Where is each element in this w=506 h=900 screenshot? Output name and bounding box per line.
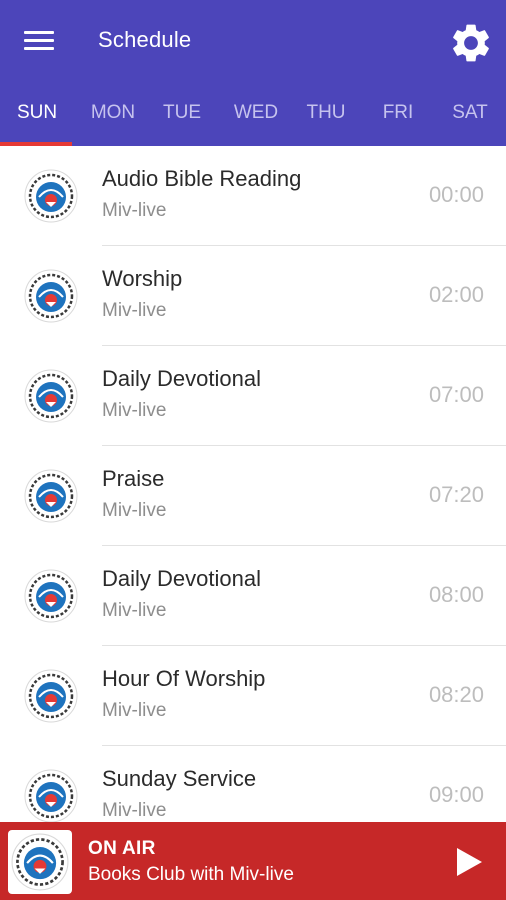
toolbar: Schedule bbox=[0, 0, 506, 82]
station-logo bbox=[24, 469, 78, 523]
schedule-item[interactable]: Sunday Service Miv-live 09:00 bbox=[0, 746, 506, 822]
now-playing-title: Books Club with Miv-live bbox=[88, 864, 294, 885]
program-time: 02:00 bbox=[428, 282, 484, 307]
station-logo bbox=[24, 769, 78, 822]
tab-tue[interactable]: TUE bbox=[146, 82, 218, 146]
program-time: 09:00 bbox=[428, 782, 484, 807]
program-time: 07:00 bbox=[428, 382, 484, 407]
program-title: Hour Of Worship bbox=[102, 666, 266, 691]
program-time: 08:00 bbox=[428, 582, 484, 607]
hamburger-menu-icon[interactable] bbox=[20, 26, 60, 56]
program-host: Miv-live bbox=[102, 600, 167, 621]
play-icon[interactable] bbox=[448, 842, 488, 882]
program-title: Praise bbox=[102, 466, 165, 491]
program-time: 07:20 bbox=[428, 482, 484, 507]
program-host: Miv-live bbox=[102, 200, 167, 221]
station-logo bbox=[24, 669, 78, 723]
program-title: Worship bbox=[102, 266, 183, 291]
station-logo bbox=[24, 269, 78, 323]
tab-wed[interactable]: WED bbox=[220, 82, 292, 146]
program-title: Audio Bible Reading bbox=[102, 166, 302, 191]
tab-fri[interactable]: FRI bbox=[362, 82, 434, 146]
station-logo bbox=[24, 169, 78, 223]
program-host: Miv-live bbox=[102, 700, 167, 721]
program-time: 00:00 bbox=[428, 182, 484, 207]
station-logo bbox=[24, 569, 78, 623]
schedule-item[interactable]: Daily Devotional Miv-live 07:00 bbox=[0, 346, 506, 446]
schedule-item[interactable]: Worship Miv-live 02:00 bbox=[0, 246, 506, 346]
schedule-item[interactable]: Audio Bible Reading Miv-live 00:00 bbox=[0, 146, 506, 246]
program-title: Daily Devotional bbox=[102, 566, 261, 591]
page-title: Schedule bbox=[98, 27, 192, 52]
station-logo bbox=[24, 369, 78, 423]
program-host: Miv-live bbox=[102, 400, 167, 421]
program-time: 08:20 bbox=[428, 682, 484, 707]
program-host: Miv-live bbox=[102, 300, 167, 321]
now-playing-bar[interactable]: ON AIR Books Club with Miv-live bbox=[0, 822, 506, 900]
program-host: Miv-live bbox=[102, 500, 167, 521]
app-bar: Schedule SUN MON TUE WED THU FRI SAT bbox=[0, 0, 506, 146]
schedule-item[interactable]: Praise Miv-live 07:20 bbox=[0, 446, 506, 546]
schedule-list: Audio Bible Reading Miv-live 00:00 Worsh… bbox=[0, 146, 506, 822]
tab-thu[interactable]: THU bbox=[290, 82, 362, 146]
gear-icon[interactable] bbox=[448, 20, 494, 66]
tab-sun[interactable]: SUN bbox=[0, 82, 74, 146]
program-title: Sunday Service bbox=[102, 766, 257, 791]
program-host: Miv-live bbox=[102, 800, 167, 821]
tab-sat[interactable]: SAT bbox=[434, 82, 506, 146]
station-logo bbox=[8, 830, 72, 894]
day-tabs: SUN MON TUE WED THU FRI SAT bbox=[0, 82, 506, 146]
schedule-item[interactable]: Daily Devotional Miv-live 08:00 bbox=[0, 546, 506, 646]
on-air-label: ON AIR bbox=[88, 838, 156, 859]
schedule-item[interactable]: Hour Of Worship Miv-live 08:20 bbox=[0, 646, 506, 746]
tab-mon[interactable]: MON bbox=[76, 82, 150, 146]
program-title: Daily Devotional bbox=[102, 366, 261, 391]
